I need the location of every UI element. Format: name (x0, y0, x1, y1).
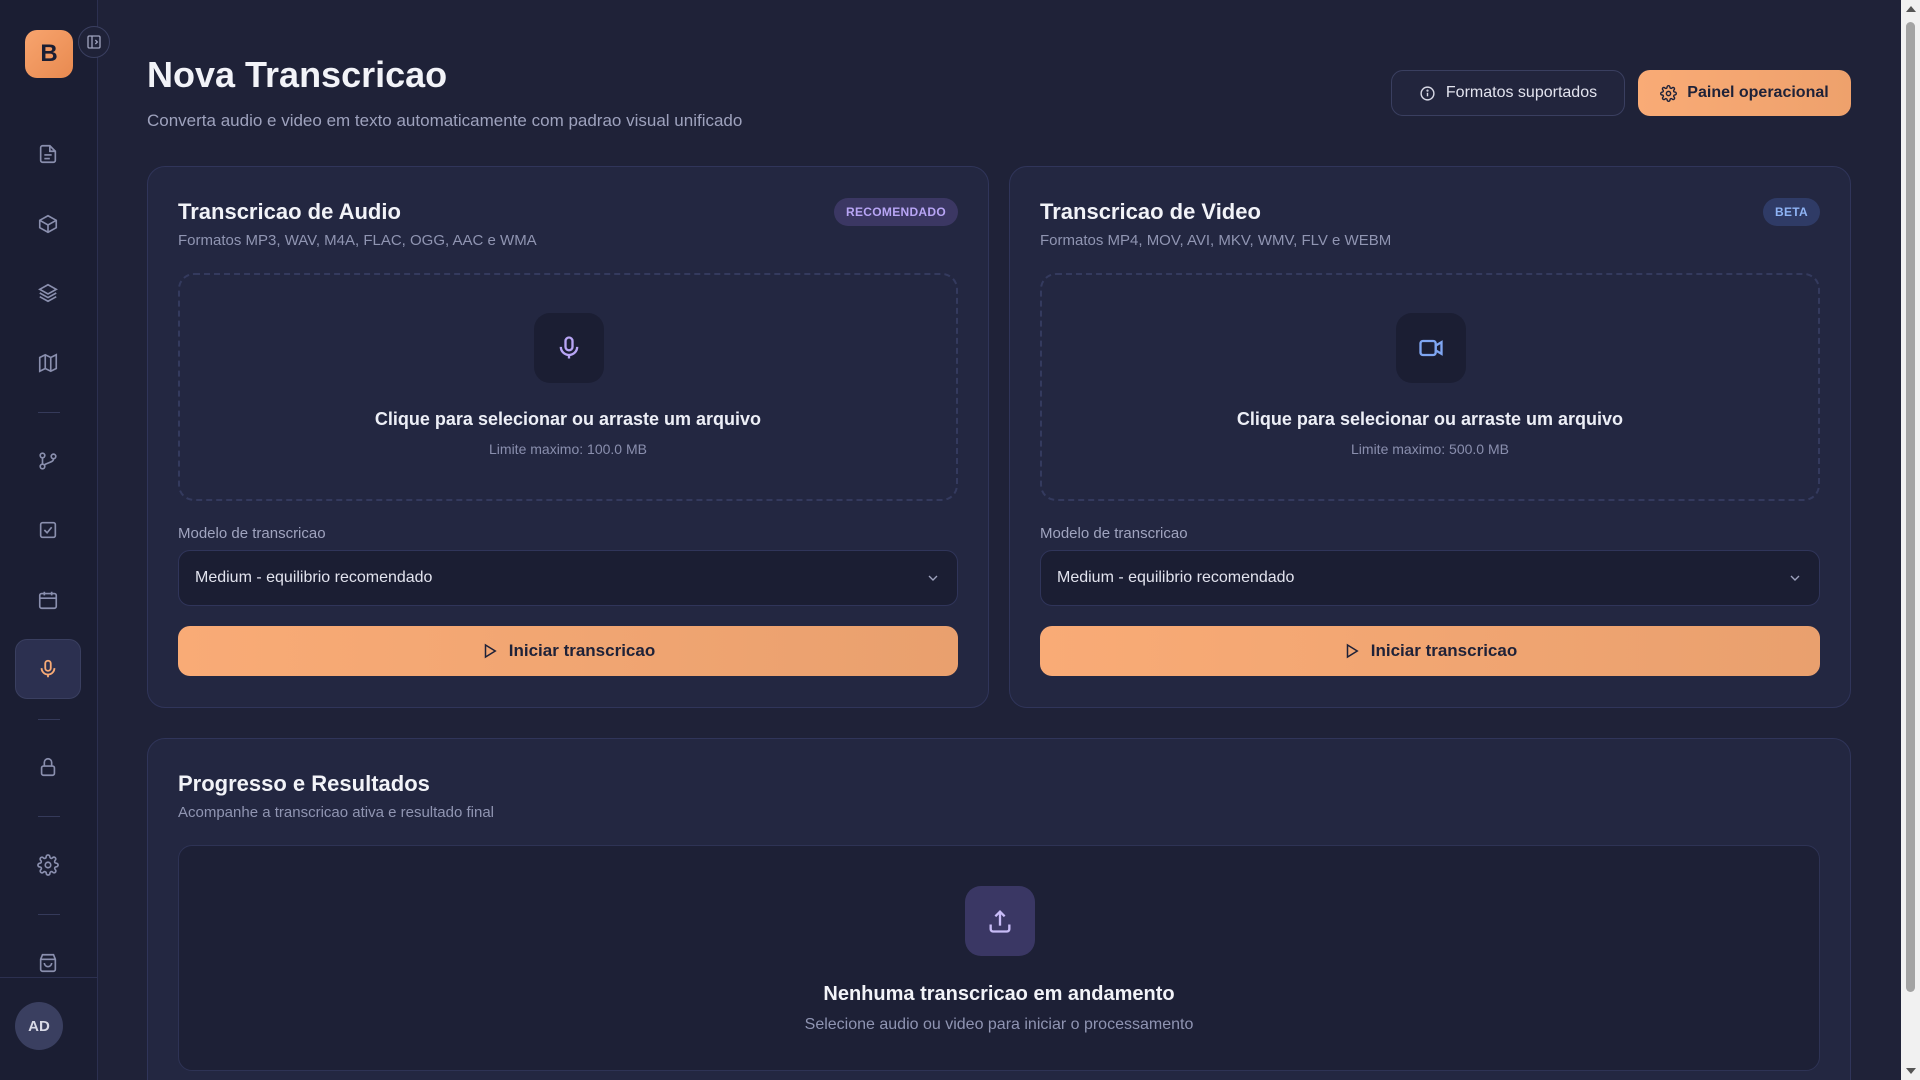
sidebar-collapse-button[interactable] (78, 26, 110, 58)
sidebar-item-branches[interactable] (15, 431, 81, 491)
scroll-thumb[interactable] (1906, 22, 1915, 992)
operational-panel-label: Painel operacional (1687, 84, 1829, 101)
video-dropzone-icon-box (1396, 313, 1466, 383)
audio-model-label: Modelo de transcricao (178, 525, 326, 542)
chevron-down-icon (928, 575, 938, 581)
sidebar-divider (38, 816, 60, 817)
file-icon (39, 144, 57, 164)
sidebar-divider (38, 412, 60, 413)
video-dropzone-title: Clique para selecionar ou arraste um arq… (1236, 409, 1624, 429)
scroll-down-arrow[interactable] (1906, 1068, 1916, 1074)
video-model-label: Modelo de transcricao (1040, 525, 1188, 542)
mic-icon (559, 336, 579, 359)
sidebar-divider (38, 719, 60, 720)
sidebar-item-store[interactable] (15, 933, 81, 993)
audio-dropzone-limit: Limite maximo: 100.0 MB (489, 441, 647, 457)
upload-icon-box (965, 886, 1035, 956)
sidebar-item-tasks[interactable] (15, 500, 81, 560)
box-icon (38, 214, 58, 234)
audio-dropzone-icon-box (534, 313, 604, 383)
sidebar-item-settings[interactable] (15, 835, 81, 895)
video-card-formats: Formatos MP4, MOV, AVI, MKV, WMV, FLV e … (1040, 232, 1392, 249)
video-model-value: Medium - equilibrio recomendado (1057, 569, 1295, 586)
video-card-title: Transcricao de Video (1040, 199, 1261, 224)
sidebar-item-transcription[interactable] (15, 639, 81, 699)
audio-start-button[interactable]: Iniciar transcricao (178, 626, 958, 676)
audio-card-formats: Formatos MP3, WAV, M4A, FLAC, OGG, AAC e… (178, 232, 537, 249)
play-icon (1346, 643, 1359, 659)
app-logo[interactable]: B (25, 30, 73, 78)
user-avatar[interactable]: AD (15, 1002, 63, 1050)
layers-icon (38, 283, 58, 303)
empty-state-title: Nenhuma transcricao em andamento (823, 983, 1175, 1005)
audio-model-select[interactable]: Medium - equilibrio recomendado (178, 550, 958, 606)
audio-model-value: Medium - equilibrio recomendado (195, 569, 433, 586)
sidebar-footer-divider (0, 977, 98, 978)
video-camera-icon (1419, 339, 1443, 357)
beta-badge: BETA (1763, 198, 1820, 226)
check-square-icon (39, 521, 57, 539)
video-transcription-card: Transcricao de Video Formatos MP4, MOV, … (1009, 166, 1851, 708)
video-dropzone-limit: Limite maximo: 500.0 MB (1351, 441, 1509, 457)
sidebar-item-security[interactable] (15, 737, 81, 797)
audio-transcription-card: Transcricao de Audio Formatos MP3, WAV, … (147, 166, 989, 708)
progress-results-card: Progresso e Resultados Acompanhe a trans… (147, 738, 1851, 1080)
audio-card-title: Transcricao de Audio (178, 199, 401, 224)
video-start-button[interactable]: Iniciar transcricao (1040, 626, 1820, 676)
page-subtitle: Converta audio e video em texto automati… (147, 111, 743, 130)
video-model-select[interactable]: Medium - equilibrio recomendado (1040, 550, 1820, 606)
page-title: Nova Transcricao (147, 54, 448, 95)
shopping-bag-icon (39, 953, 57, 973)
panel-left-icon (87, 35, 101, 49)
video-dropzone[interactable]: Clique para selecionar ou arraste um arq… (1040, 273, 1820, 501)
supported-formats-label: Formatos suportados (1445, 84, 1598, 101)
sidebar-item-calendar[interactable] (15, 570, 81, 630)
play-icon (484, 643, 497, 659)
sidebar-item-packages[interactable] (15, 194, 81, 254)
audio-dropzone-title: Clique para selecionar ou arraste um arq… (374, 409, 762, 429)
empty-state-subtitle: Selecione audio ou video para iniciar o … (804, 1016, 1194, 1033)
lock-icon (40, 757, 56, 777)
sidebar-item-layers[interactable] (15, 263, 81, 323)
scroll-up-arrow[interactable] (1906, 6, 1916, 12)
map-icon (38, 353, 58, 373)
gear-icon (37, 854, 59, 876)
video-start-label: Iniciar transcricao (1370, 641, 1518, 660)
info-icon (1420, 85, 1435, 101)
calendar-icon (38, 591, 58, 610)
operational-panel-button[interactable]: Painel operacional (1638, 70, 1851, 116)
page-scrollbar[interactable] (1901, 0, 1920, 1080)
upload-icon (989, 910, 1011, 933)
chevron-down-icon (1790, 575, 1800, 581)
sidebar-divider (38, 914, 60, 915)
audio-dropzone[interactable]: Clique para selecionar ou arraste um arq… (178, 273, 958, 501)
mic-icon (40, 659, 56, 678)
sidebar-item-documents[interactable] (15, 124, 81, 184)
supported-formats-button[interactable]: Formatos suportados (1391, 70, 1625, 116)
progress-card-subtitle: Acompanhe a transcricao ativa e resultad… (178, 804, 495, 821)
gear-icon (1660, 84, 1678, 102)
results-empty-state: Nenhuma transcricao em andamento Selecio… (178, 845, 1820, 1071)
recommended-badge: RECOMENDADO (834, 198, 958, 226)
git-branch-icon (39, 452, 57, 470)
sidebar: B AD (0, 0, 110, 1080)
sidebar-item-map[interactable] (15, 333, 81, 393)
progress-card-title: Progresso e Resultados (178, 771, 430, 796)
audio-start-label: Iniciar transcricao (508, 641, 656, 660)
